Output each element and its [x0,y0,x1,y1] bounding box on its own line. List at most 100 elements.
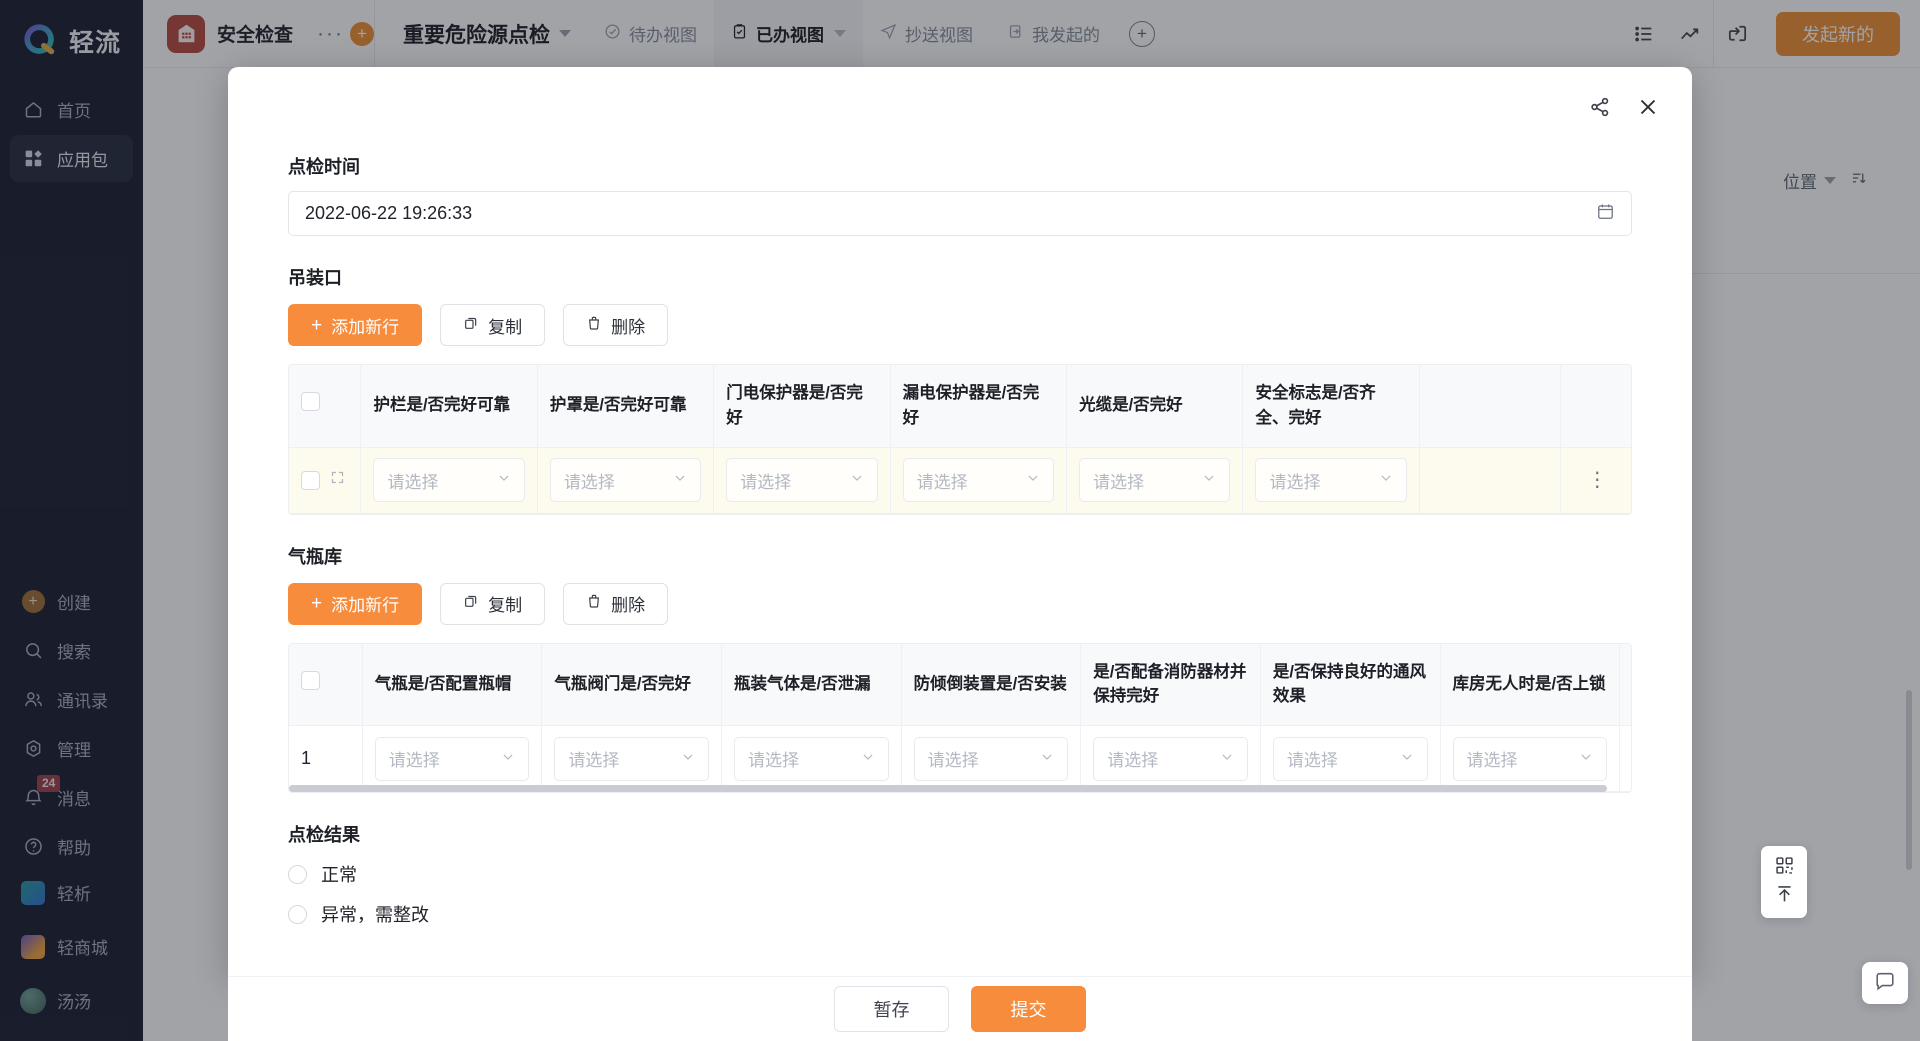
close-icon[interactable] [1626,85,1670,129]
row-actions-cell: ⋮ [1619,725,1631,792]
calendar-icon[interactable] [1596,202,1615,226]
select-input[interactable]: 请选择 [373,458,525,502]
column-header: 护栏是/否完好可靠 [360,365,538,448]
select-all-checkbox[interactable] [301,392,320,412]
modal-body: 点检时间 2022-06-22 19:26:33 吊装口 + 添加新行 复制 删… [228,67,1692,976]
row-checkbox[interactable] [301,470,320,490]
expand-icon[interactable] [330,470,345,490]
datetime-value: 2022-06-22 19:26:33 [305,203,473,223]
row-cell: 请选择 [1066,447,1244,514]
select-all-checkbox[interactable] [301,670,320,690]
section-cylinder-store: 气瓶库 + 添加新行 复制 删除 气瓶是/否配置瓶帽 气瓶阀门是/否完好 瓶装气… [288,543,1632,793]
select-input[interactable]: 请选择 [374,736,530,781]
cylinder-store-table: 气瓶是/否配置瓶帽 气瓶阀门是/否完好 瓶装气体是/否泄漏 防倾倒装置是/否安装… [288,642,1632,793]
section-title: 吊装口 [288,268,342,288]
select-input[interactable]: 请选择 [1093,736,1248,781]
column-header: 是/否配备消防器材并保持完好 [1080,643,1261,726]
datetime-field-label: 点检时间 [288,157,360,177]
modal-actions [1578,85,1670,129]
chevron-down-icon [861,749,875,769]
select-value: 请选择 [740,472,792,492]
select-value: 请选择 [563,472,615,492]
chat-widget[interactable] [1862,962,1908,1004]
copy-row-label: 复制 [488,317,523,337]
row-cell: 请选择 [1440,725,1621,792]
table-horizontal-scrollbar[interactable] [289,785,1607,792]
delete-row-button[interactable]: 删除 [563,304,669,346]
save-draft-button[interactable]: 暂存 [834,986,949,1032]
select-value: 请选择 [916,472,968,492]
chevron-down-icon [497,470,511,490]
arrow-up-icon[interactable] [1774,883,1795,909]
row-cell: 请选择 [1242,447,1420,514]
row-cell: 请选择 [1260,725,1441,792]
column-header: 是/否保持良好的通风效果 [1260,643,1441,726]
select-input[interactable]: 请选择 [1079,458,1231,502]
select-value: 请选择 [1107,751,1159,770]
result-field-label: 点检结果 [288,825,360,845]
chevron-down-icon [501,749,515,769]
section-toolbar: + 添加新行 复制 删除 [288,582,1632,625]
select-input[interactable]: 请选择 [1255,458,1407,502]
copy-row-button[interactable]: 复制 [440,304,546,346]
chevron-down-icon [1220,749,1234,769]
radio-icon [288,904,307,924]
add-row-button[interactable]: + 添加新行 [288,582,423,625]
column-header: 门电保护器是/否完好 [713,365,891,448]
datetime-input[interactable]: 2022-06-22 19:26:33 [288,191,1632,236]
chevron-down-icon [681,749,695,769]
section-hoisting-port: 吊装口 + 添加新行 复制 删除 护栏是/否完好可靠 护罩是/否完好可靠 门电保… [288,264,1632,515]
select-input[interactable]: 请选择 [1272,736,1428,781]
add-row-label: 添加新行 [331,317,400,337]
delete-row-button[interactable]: 删除 [563,582,669,625]
section-toolbar: + 添加新行 复制 删除 [288,304,1632,346]
column-header: 护罩是/否完好可靠 [537,365,715,448]
trash-icon [586,315,602,336]
radio-option-abnormal[interactable]: 异常，需整改 [288,901,1632,927]
row-cell: 请选择 [721,725,902,792]
submit-button[interactable]: 提交 [971,986,1086,1032]
column-header: 库房无人时是/否上锁 [1440,643,1621,726]
table-header-row: 气瓶是/否配置瓶帽 气瓶阀门是/否完好 瓶装气体是/否泄漏 防倾倒装置是/否安装… [289,643,1631,726]
select-input[interactable]: 请选择 [1452,736,1608,781]
radio-label: 异常，需整改 [321,905,429,925]
trash-icon [586,593,602,614]
row-menu-button[interactable]: ⋮ [1573,470,1621,490]
chevron-down-icon [1202,470,1216,490]
select-input[interactable]: 请选择 [554,736,710,781]
section-inspection-result: 点检结果 正常 异常，需整改 [288,821,1632,927]
row-cell: 请选择 [713,447,891,514]
select-input[interactable]: 请选择 [902,458,1055,502]
row-cell: 请选择 [1080,725,1261,792]
column-header: 瓶装气体是/否泄漏 [721,643,902,726]
add-row-button[interactable]: + 添加新行 [288,304,423,346]
copy-row-label: 复制 [488,596,523,615]
chevron-down-icon [1379,470,1393,490]
row-cell: 请选择 [890,447,1068,514]
result-radio-group: 正常 异常，需整改 [288,861,1632,927]
row-select-cell [289,447,362,514]
select-input[interactable]: 请选择 [913,736,1069,781]
select-input[interactable]: 请选择 [549,458,702,502]
column-header: 漏电保护器是/否完好 [890,365,1068,448]
radio-option-normal[interactable]: 正常 [288,861,1632,887]
chevron-down-icon [1400,749,1414,769]
select-input[interactable]: 请选择 [734,736,889,781]
select-input[interactable]: 请选择 [726,458,878,502]
select-value: 请选择 [1466,751,1518,770]
app-root: 位置 安全检查 ··· + 重要危险源点检 待办视图 已办视图 抄送视图 我发起… [0,0,1920,1041]
table-row: 1 请选择 请选择 请选择 请选择 请选择 请选择 请选择 [289,725,1631,792]
radio-label: 正常 [321,865,357,885]
copy-icon [463,593,479,614]
column-header: 气瓶是/否配置瓶帽 [362,643,543,726]
copy-row-button[interactable]: 复制 [440,582,546,625]
chat-icon [1874,970,1896,997]
row-cell: 请选择 [362,725,543,792]
share-icon[interactable] [1578,85,1622,129]
select-value: 请选择 [387,472,439,492]
qr-code-icon[interactable] [1774,855,1795,881]
table-row: 请选择 请选择 请选择 请选择 请选择 请选择 ⋮ [289,447,1631,514]
chevron-down-icon [1040,749,1054,769]
row-actions-cell: ⋮ [1560,447,1631,514]
select-value: 请选择 [927,751,979,770]
